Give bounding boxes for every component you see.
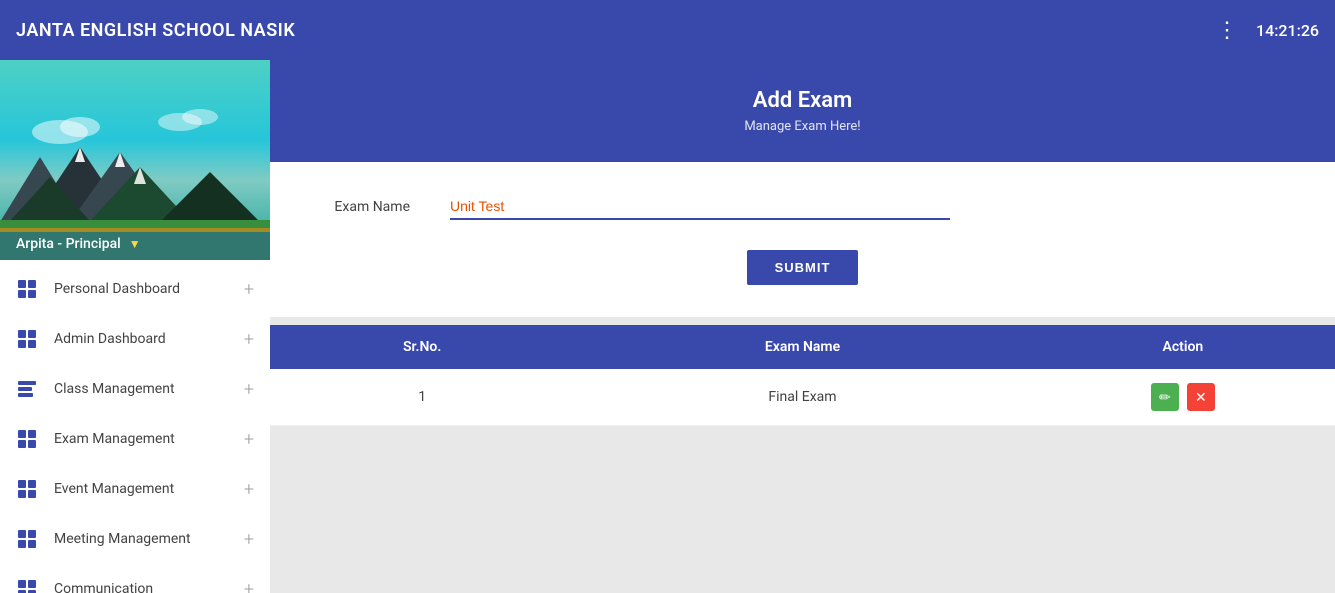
- admin-dashboard-icon: [16, 328, 38, 350]
- nav-items: Personal Dashboard + Admin Dashboard +: [0, 260, 270, 593]
- class-management-expand[interactable]: +: [244, 379, 254, 400]
- clock-display: 14:21:26: [1256, 21, 1319, 40]
- main-content: Add Exam Manage Exam Here! Exam Name SUB…: [270, 60, 1335, 593]
- exam-name-row: Exam Name: [310, 194, 1295, 220]
- app-title: JANTA ENGLISH SCHOOL NASIK: [16, 20, 295, 41]
- communication-label: Communication: [54, 581, 228, 593]
- exam-management-label: Exam Management: [54, 431, 228, 447]
- action-buttons: ✏ ✕: [1151, 383, 1215, 411]
- profile-name: Arpita - Principal: [16, 236, 121, 252]
- exam-name-input[interactable]: [450, 194, 950, 220]
- cell-actions: ✏ ✕: [1031, 369, 1335, 425]
- admin-dashboard-label: Admin Dashboard: [54, 331, 228, 347]
- exam-name-label: Exam Name: [310, 199, 410, 215]
- table-header: Sr.No. Exam Name Action: [270, 325, 1335, 369]
- sidebar-profile: Arpita - Principal ▼: [0, 60, 270, 260]
- delete-button[interactable]: ✕: [1187, 383, 1215, 411]
- table-row: 1 Final Exam ✏ ✕: [270, 369, 1335, 426]
- page-title: Add Exam: [286, 88, 1319, 113]
- communication-expand[interactable]: +: [244, 579, 254, 593]
- admin-dashboard-expand[interactable]: +: [244, 329, 254, 350]
- sidebar-item-event-management[interactable]: Event Management +: [0, 464, 270, 514]
- profile-bar: Arpita - Principal ▼: [0, 228, 270, 260]
- sidebar-item-personal-dashboard[interactable]: Personal Dashboard +: [0, 264, 270, 314]
- add-exam-form: Exam Name SUBMIT: [270, 162, 1335, 317]
- col-srno: Sr.No.: [270, 325, 574, 369]
- sidebar-item-meeting-management[interactable]: Meeting Management +: [0, 514, 270, 564]
- mountain-scene-icon: [0, 102, 270, 232]
- sidebar-item-communication[interactable]: Communication +: [0, 564, 270, 593]
- sidebar-item-exam-management[interactable]: Exam Management +: [0, 414, 270, 464]
- meeting-management-icon: [16, 528, 38, 550]
- exam-management-icon: [16, 428, 38, 450]
- col-examname: Exam Name: [574, 325, 1030, 369]
- topbar-right: ⋮ 14:21:26: [1216, 18, 1319, 43]
- exam-name-input-wrap: [450, 194, 950, 220]
- sidebar-item-class-management[interactable]: Class Management +: [0, 364, 270, 414]
- submit-row: SUBMIT: [310, 250, 1295, 285]
- sidebar: Arpita - Principal ▼ Personal Dashboard …: [0, 60, 270, 593]
- layout: Arpita - Principal ▼ Personal Dashboard …: [0, 60, 1335, 593]
- menu-dots-icon[interactable]: ⋮: [1216, 18, 1240, 43]
- event-management-icon: [16, 478, 38, 500]
- exam-management-expand[interactable]: +: [244, 429, 254, 450]
- event-management-label: Event Management: [54, 481, 228, 497]
- page-header: Add Exam Manage Exam Here!: [270, 60, 1335, 162]
- event-management-expand[interactable]: +: [244, 479, 254, 500]
- personal-dashboard-icon: [16, 278, 38, 300]
- edit-button[interactable]: ✏: [1151, 383, 1179, 411]
- meeting-management-expand[interactable]: +: [244, 529, 254, 550]
- sidebar-item-admin-dashboard[interactable]: Admin Dashboard +: [0, 314, 270, 364]
- cell-exam-name: Final Exam: [574, 369, 1030, 425]
- meeting-management-label: Meeting Management: [54, 531, 228, 547]
- cell-sr: 1: [270, 369, 574, 425]
- col-action: Action: [1031, 325, 1335, 369]
- profile-arrow-icon: ▼: [129, 237, 141, 251]
- exam-table: Sr.No. Exam Name Action 1 Final Exam ✏ ✕: [270, 325, 1335, 426]
- class-management-icon: [16, 378, 38, 400]
- personal-dashboard-label: Personal Dashboard: [54, 281, 228, 297]
- page-subtitle: Manage Exam Here!: [286, 119, 1319, 134]
- personal-dashboard-expand[interactable]: +: [244, 279, 254, 300]
- communication-icon: [16, 578, 38, 593]
- submit-button[interactable]: SUBMIT: [747, 250, 859, 285]
- class-management-label: Class Management: [54, 381, 228, 397]
- topbar: JANTA ENGLISH SCHOOL NASIK ⋮ 14:21:26: [0, 0, 1335, 60]
